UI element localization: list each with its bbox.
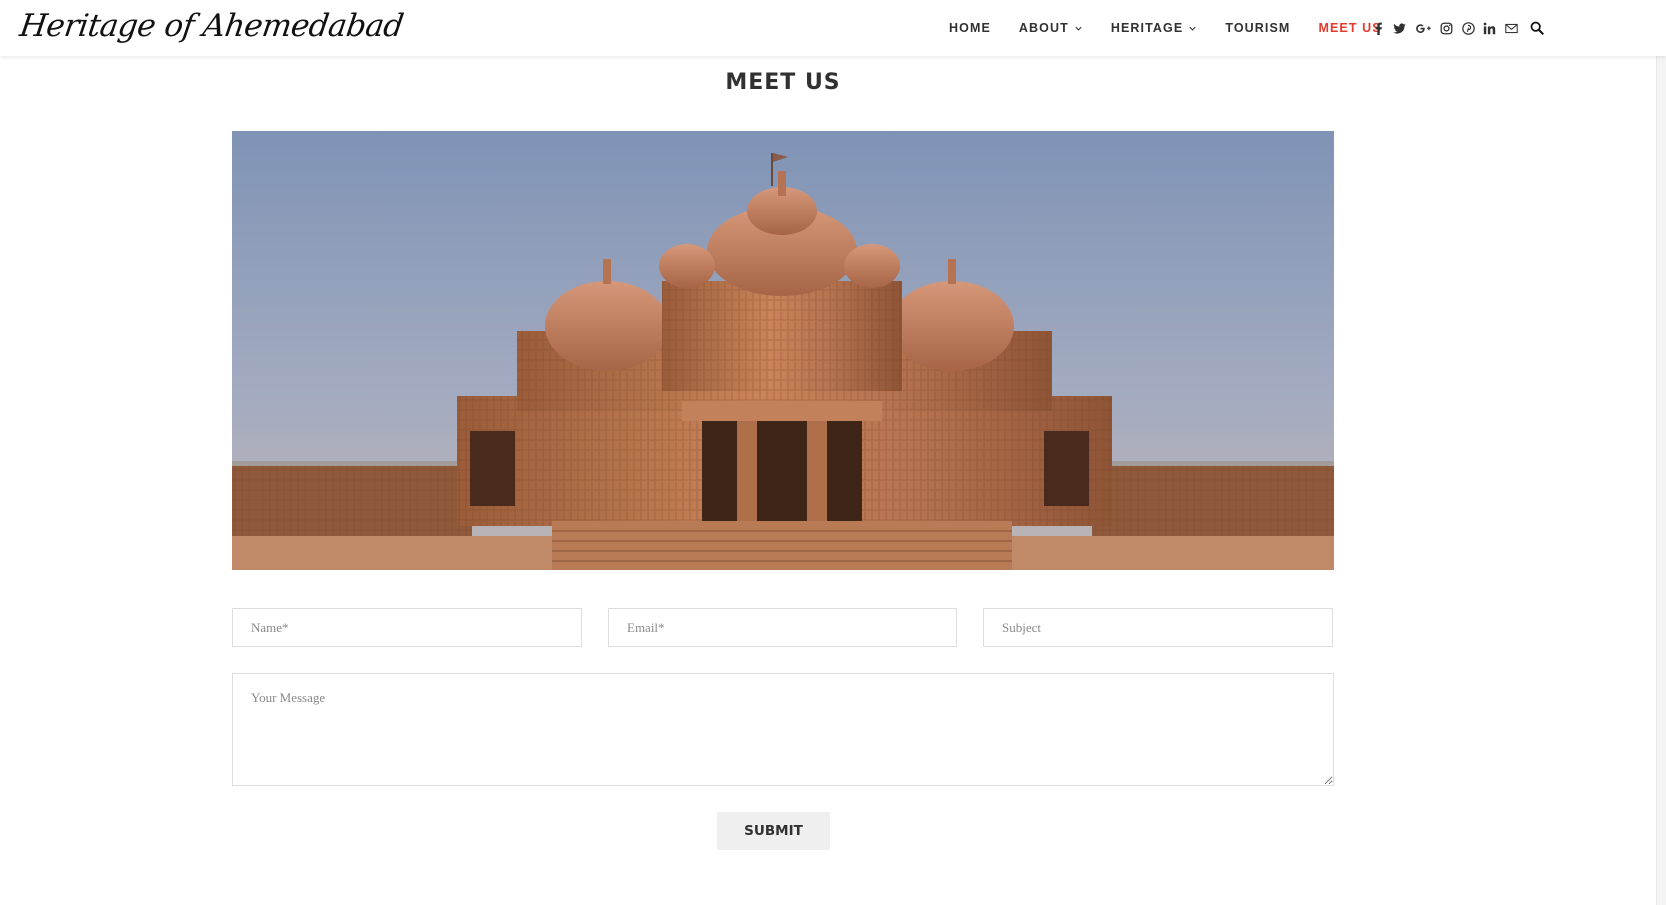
name-field[interactable]	[232, 608, 582, 647]
page-scrollbar[interactable]	[1656, 0, 1666, 905]
email-icon[interactable]	[1504, 21, 1518, 35]
submit-button[interactable]: SUBMIT	[717, 812, 830, 850]
message-field[interactable]	[232, 673, 1334, 786]
email-field[interactable]	[608, 608, 957, 647]
nav-item-label: HERITAGE	[1110, 21, 1184, 35]
google-plus-icon[interactable]	[1414, 21, 1432, 35]
nav-item-heritage[interactable]: HERITAGE	[1111, 21, 1197, 35]
search-icon[interactable]	[1530, 21, 1544, 35]
chevron-down-icon	[1075, 26, 1082, 31]
linkedin-icon[interactable]	[1483, 21, 1497, 35]
instagram-icon[interactable]	[1440, 21, 1454, 35]
chevron-down-icon	[1189, 26, 1196, 31]
nav-item-label: HOME	[949, 21, 991, 35]
nav-item-home[interactable]: HOME	[949, 21, 991, 35]
social-links	[1371, 0, 1526, 56]
nav-item-about[interactable]: ABOUT	[1019, 21, 1083, 35]
subject-field[interactable]	[983, 608, 1333, 647]
main-nav: HOME ABOUT HERITAGE TOURISM MEET US	[949, 0, 1410, 56]
nav-item-tourism[interactable]: TOURISM	[1225, 21, 1290, 35]
nav-item-label: ABOUT	[1018, 21, 1069, 35]
site-logo[interactable]: Heritage of Ahemedabad	[17, 8, 405, 44]
nav-item-label: TOURISM	[1225, 21, 1291, 35]
twitter-icon[interactable]	[1393, 21, 1407, 35]
page-title: MEET US	[725, 70, 841, 95]
facebook-icon[interactable]	[1371, 21, 1385, 35]
hero-image-temple	[232, 131, 1334, 570]
pinterest-icon[interactable]	[1461, 21, 1475, 35]
site-header: Heritage of Ahemedabad HOME ABOUT HERITA…	[0, 0, 1666, 56]
